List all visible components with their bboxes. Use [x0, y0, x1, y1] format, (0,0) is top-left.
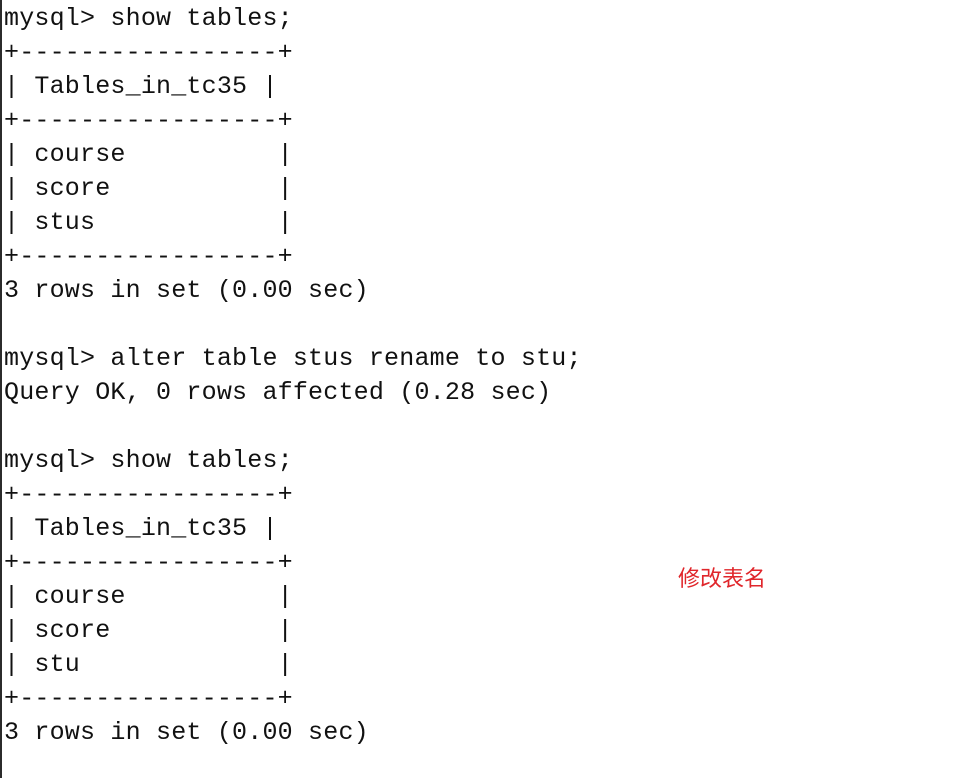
- terminal-line: | score |: [4, 616, 293, 645]
- terminal-line: mysql> show tables;: [4, 446, 293, 475]
- terminal-line: | course |: [4, 140, 293, 169]
- terminal-line: 3 rows in set (0.00 sec): [4, 718, 369, 747]
- terminal-line: mysql> show tables;: [4, 4, 293, 33]
- terminal-line: | Tables_in_tc35 |: [4, 72, 278, 101]
- terminal-line: +-----------------+: [4, 106, 293, 135]
- terminal-line: +-----------------+: [4, 242, 293, 271]
- terminal-line: 3 rows in set (0.00 sec): [4, 276, 369, 305]
- terminal-line: Query OK, 0 rows affected (0.28 sec): [4, 378, 552, 407]
- terminal-line: +-----------------+: [4, 480, 293, 509]
- terminal-line: | course |: [4, 582, 293, 611]
- terminal-line: | Tables_in_tc35 |: [4, 514, 278, 543]
- terminal-line: | stus |: [4, 208, 293, 237]
- terminal-line: mysql> alter table stus rename to stu;: [4, 344, 582, 373]
- terminal-line: +-----------------+: [4, 548, 293, 577]
- terminal-line: +-----------------+: [4, 684, 293, 713]
- terminal-line: +-----------------+: [4, 38, 293, 67]
- terminal-output: mysql> show tables; +-----------------+ …: [0, 0, 975, 778]
- annotation-label: 修改表名: [678, 567, 767, 592]
- terminal-line: | score |: [4, 174, 293, 203]
- terminal-line: | stu |: [4, 650, 293, 679]
